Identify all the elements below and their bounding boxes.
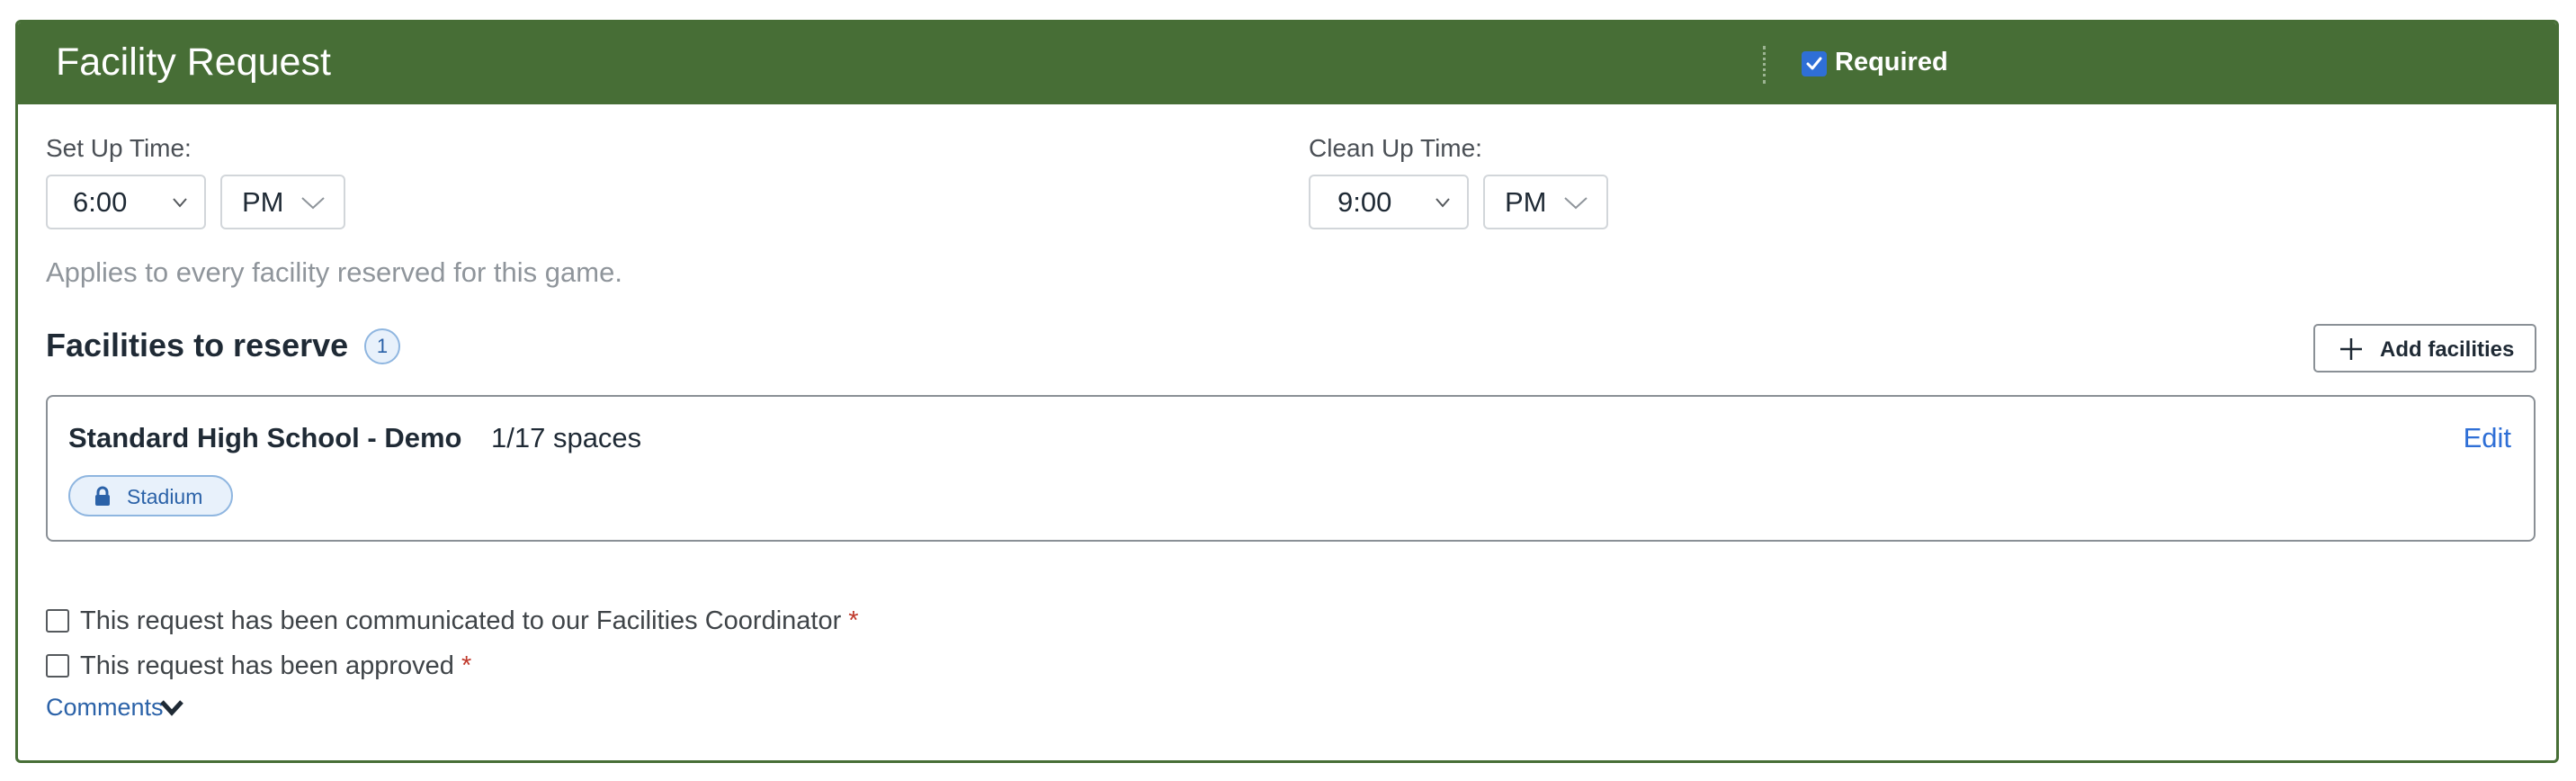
chevron-down-icon [173, 198, 187, 208]
facility-card: Standard High School - Demo 1/17 spaces … [46, 395, 2536, 542]
approved-checkbox[interactable] [46, 654, 69, 678]
communicated-checkbox[interactable] [46, 609, 69, 633]
cleanup-ampm-value: PM [1505, 186, 1547, 218]
setup-ampm-value: PM [242, 186, 284, 218]
chevron-down-icon [1436, 198, 1450, 208]
cleanup-time-select[interactable]: 9:00 [1309, 175, 1469, 229]
setup-ampm-select[interactable]: PM [220, 175, 345, 229]
setup-time-label: Set Up Time: [46, 134, 192, 162]
facility-request-panel: Facility Request Required Set Up Time: 6… [15, 20, 2559, 763]
time-hint: Applies to every facility reserved for t… [46, 256, 622, 288]
chevron-down-icon[interactable] [158, 697, 185, 719]
panel-header: Facility Request Required [18, 22, 2556, 104]
comments-toggle[interactable]: Comments [46, 692, 164, 723]
facilities-title: Facilities to reserve [46, 327, 349, 364]
cleanup-time-label: Clean Up Time: [1309, 134, 1482, 162]
chevron-down-icon [1564, 197, 1588, 210]
cleanup-time-value: 9:00 [1337, 186, 1392, 218]
lock-icon [95, 486, 110, 506]
add-facilities-label: Add facilities [2380, 337, 2515, 362]
add-facilities-button[interactable]: Add facilities [2313, 324, 2536, 373]
header-divider [1763, 46, 1766, 84]
required-checkbox[interactable] [1802, 51, 1827, 76]
edit-facility-link[interactable]: Edit [2464, 420, 2511, 456]
setup-time-select[interactable]: 6:00 [46, 175, 206, 229]
facilities-count-badge: 1 [364, 328, 400, 364]
panel-title: Facility Request [56, 40, 331, 84]
setup-time-value: 6:00 [73, 186, 128, 218]
facility-tag: Stadium [68, 475, 233, 516]
facility-name: Standard High School - Demo [68, 422, 462, 453]
cleanup-ampm-select[interactable]: PM [1483, 175, 1608, 229]
approved-label: This request has been approved * [80, 651, 472, 680]
plus-icon [2340, 338, 2362, 360]
checkmark-icon [1806, 57, 1822, 70]
required-label: Required [1835, 48, 1948, 76]
required-star: * [848, 606, 859, 635]
facility-spaces: 1/17 spaces [491, 422, 642, 453]
required-star: * [461, 651, 472, 680]
chevron-down-icon [301, 197, 325, 210]
facility-tag-label: Stadium [127, 485, 203, 508]
communicated-label: This request has been communicated to ou… [80, 606, 859, 635]
